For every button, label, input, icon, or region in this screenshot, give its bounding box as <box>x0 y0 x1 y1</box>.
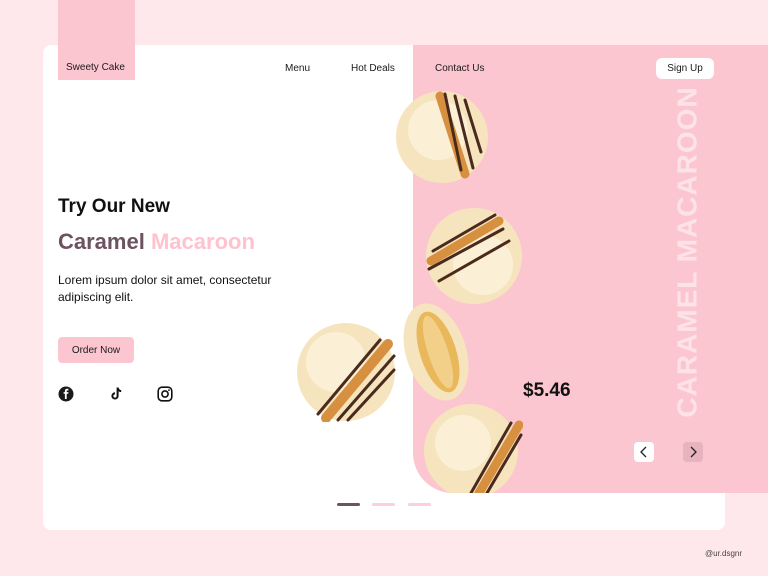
product-price: $5.46 <box>523 380 571 401</box>
carousel-dot-2[interactable] <box>372 503 395 506</box>
brand-logo[interactable]: Sweety Cake <box>66 62 125 73</box>
carousel-dot-3[interactable] <box>408 503 431 506</box>
order-now-button[interactable]: Order Now <box>58 337 134 363</box>
vertical-product-label: CARAMEL MACAROON <box>672 86 703 418</box>
macaron-image-1 <box>396 91 488 183</box>
instagram-icon[interactable] <box>157 386 173 402</box>
hero-title-pink: Macaroon <box>150 229 255 254</box>
sign-up-button[interactable]: Sign Up <box>656 58 714 79</box>
nav-item-menu[interactable]: Menu <box>285 63 310 74</box>
chevron-left-icon <box>640 446 647 458</box>
carousel-dot-1[interactable] <box>337 503 360 506</box>
tiktok-icon[interactable] <box>108 386 124 402</box>
designer-credit: @ur.dsgnr <box>705 549 743 558</box>
hero-title-dark: Caramel <box>58 229 145 254</box>
hero-kicker: Try Our New <box>58 196 170 217</box>
macaron-image-2 <box>426 208 522 304</box>
carousel-next-button[interactable] <box>683 442 703 462</box>
macaron-image-4 <box>403 303 469 401</box>
nav-item-hot-deals[interactable]: Hot Deals <box>351 63 395 74</box>
macaron-image-3 <box>297 323 396 422</box>
vertical-product-text: CARAMEL MACAROON <box>668 86 708 417</box>
hero-title: Caramel Macaroon <box>58 229 255 255</box>
macaron-image-5 <box>424 404 523 493</box>
facebook-icon[interactable] <box>58 386 74 402</box>
hero-description: Lorem ipsum dolor sit amet, consectetur … <box>58 273 272 304</box>
nav-item-contact-us[interactable]: Contact Us <box>435 63 484 74</box>
carousel-prev-button[interactable] <box>634 442 654 462</box>
chevron-right-icon <box>690 446 697 458</box>
